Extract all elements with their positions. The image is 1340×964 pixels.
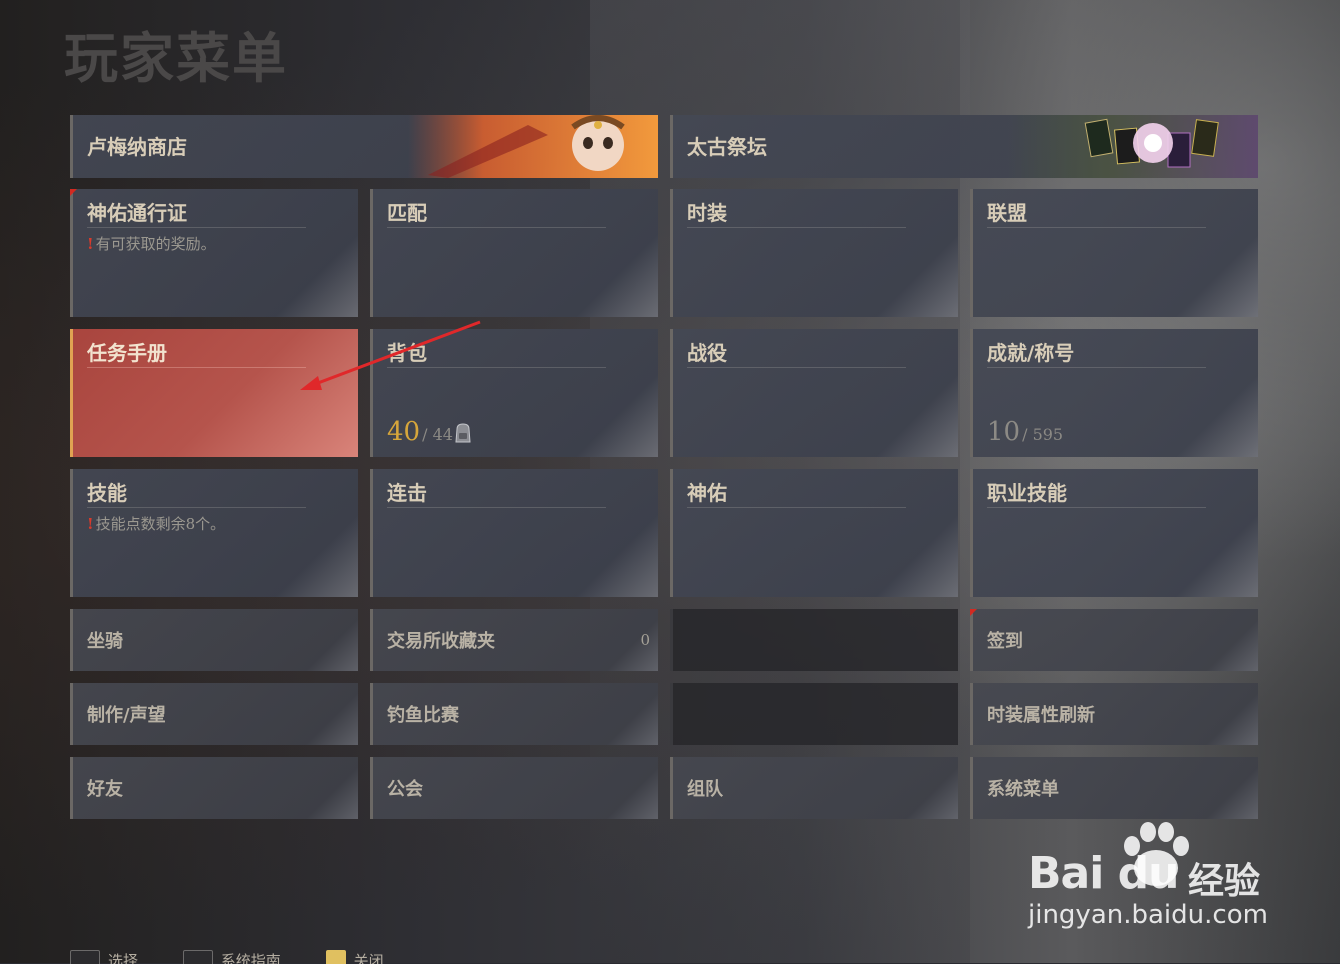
divider [387,227,606,228]
tile-note: ! 有可获取的奖励。 [87,233,216,254]
achievement-count: 10/ 595 [987,417,1063,447]
tile-achievement[interactable]: 成就/称号 10/ 595 [970,329,1258,457]
achievement-count-value: 10 [987,417,1021,447]
tile-label: 系统菜单 [987,779,1059,800]
alert-corner-marker [970,609,977,616]
altar-cards-art [1008,115,1258,178]
bag-count-value: 40 [387,417,421,447]
note-text: 有可获取的奖励。 [95,235,216,253]
tile-label: 制作/声望 [87,705,166,726]
tile-combo[interactable]: 连击 [370,469,658,597]
divider [687,507,906,508]
tile-match[interactable]: 匹配 [370,189,658,317]
tile-empty-slot [670,609,958,671]
divider [87,367,306,368]
tile-fashion[interactable]: 时装 [670,189,958,317]
tile-fashion-refresh[interactable]: 时装属性刷新 [970,683,1258,745]
page-title: 玩家菜单 [64,26,288,90]
tile-label: 好友 [87,779,123,800]
achievement-count-max: / 595 [1022,425,1064,444]
footer-hints: 选择 系统指南 关闭 [70,950,424,964]
tile-label: 神佑通行证 [87,201,187,225]
footer-system-nav[interactable]: 系统指南 [182,950,281,964]
divider [387,507,606,508]
divider [87,227,306,228]
tile-label: 组队 [687,779,723,800]
bag-count-max: / 44 [422,425,453,444]
divider [87,507,306,508]
note-text: 技能点数剩余8个。 [95,515,226,533]
footer-label: 关闭 [353,952,384,964]
tile-label: 匹配 [387,201,427,225]
tile-label: 任务手册 [87,341,167,365]
divider [687,227,906,228]
shop-character-art [408,115,658,178]
tile-label: 背包 [387,341,427,365]
tile-label: 战役 [687,341,727,365]
divider [687,367,906,368]
tile-label: 坐骑 [87,631,123,652]
backpack-icon [455,423,471,443]
tile-class-skill[interactable]: 职业技能 [970,469,1258,597]
footer-label: 选择 [108,952,139,964]
tile-pass[interactable]: 神佑通行证 ! 有可获取的奖励。 [70,189,358,317]
footer-select[interactable]: 选择 [70,950,138,964]
tile-note: ! 技能点数剩余8个。 [87,513,225,534]
tile-label: 时装 [687,201,727,225]
alert-icon: ! [87,515,94,533]
tile-fishing[interactable]: 钓鱼比赛 [370,683,658,745]
footer-close[interactable]: 关闭 [325,950,384,964]
tile-label: 职业技能 [987,481,1067,505]
tile-label: 钓鱼比赛 [387,705,459,726]
divider [987,507,1206,508]
tile-blessing[interactable]: 神佑 [670,469,958,597]
tile-craft[interactable]: 制作/声望 [70,683,358,745]
tile-party[interactable]: 组队 [670,757,958,819]
watermark-url: jingyan.baidu.com [1028,900,1268,930]
tile-label: 公会 [387,779,423,800]
footer-label: 系统指南 [220,952,281,964]
alert-icon: ! [87,235,94,253]
key-icon [182,950,213,964]
tile-checkin[interactable]: 签到 [970,609,1258,671]
tile-guild[interactable]: 公会 [370,757,658,819]
tile-label: 签到 [987,631,1023,652]
favorites-count: 0 [640,631,650,649]
tile-trade-favorites[interactable]: 交易所收藏夹 0 [370,609,658,671]
tile-label: 神佑 [687,481,727,505]
key-icon [70,950,100,964]
divider [987,367,1206,368]
tile-label: 时装属性刷新 [987,705,1095,726]
tile-mount[interactable]: 坐骑 [70,609,358,671]
divider [987,227,1206,228]
tile-empty-slot [670,683,958,745]
mouse-icon [325,950,346,964]
tile-campaign[interactable]: 战役 [670,329,958,457]
tile-label: 连击 [387,481,427,505]
tile-label: 技能 [87,481,127,505]
tile-bag[interactable]: 背包 40/ 44 [370,329,658,457]
alert-corner-marker [70,189,77,196]
tile-label: 联盟 [987,201,1027,225]
bag-count: 40/ 44 [387,417,453,447]
tile-skill[interactable]: 技能 ! 技能点数剩余8个。 [70,469,358,597]
tile-friends[interactable]: 好友 [70,757,358,819]
watermark-logo: Bai du [1028,848,1179,899]
banner-label: 卢梅纳商店 [87,135,187,159]
lumena-shop-banner[interactable]: 卢梅纳商店 [70,115,658,178]
ancient-altar-banner[interactable]: 太古祭坛 [670,115,1258,178]
tile-quest[interactable]: 任务手册 [70,329,358,457]
watermark-cn: 经验 [1188,861,1261,902]
baidu-watermark: Bai du 经验 jingyan.baidu.com [1028,820,1278,940]
tile-alliance[interactable]: 联盟 [970,189,1258,317]
banner-label: 太古祭坛 [687,135,767,159]
tile-label: 交易所收藏夹 [387,631,495,652]
tile-system-menu[interactable]: 系统菜单 [970,757,1258,819]
divider [387,367,606,368]
tile-label: 成就/称号 [987,341,1075,365]
